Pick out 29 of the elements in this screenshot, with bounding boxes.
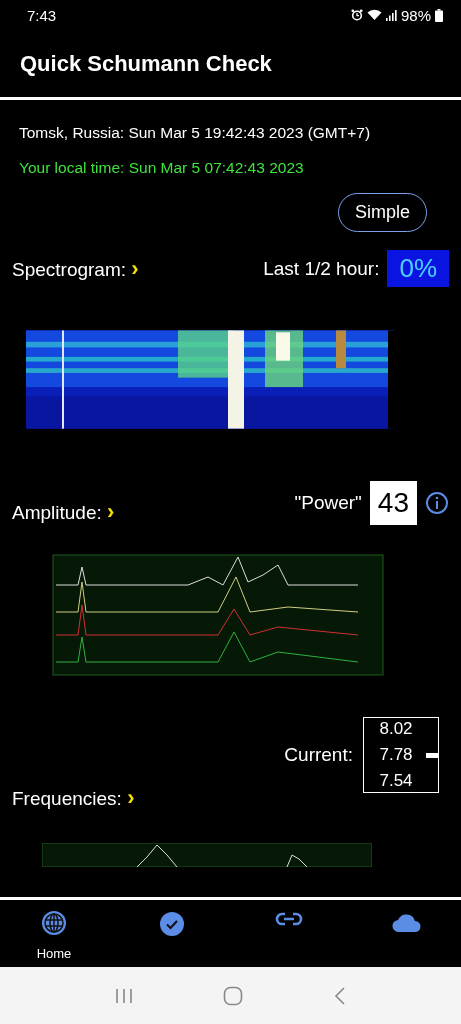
- back-icon[interactable]: [333, 986, 346, 1005]
- alarm-icon: [350, 9, 363, 21]
- battery-icon: [435, 8, 443, 22]
- power-label: "Power": [294, 492, 362, 514]
- battery-percent: 98%: [400, 6, 431, 24]
- home-icon[interactable]: [223, 985, 244, 1006]
- location-time: Tomsk, Russia: Sun Mar 5 19:42:43 2023 (GMT+7): [19, 124, 372, 142]
- gauge-value: 8.02: [379, 718, 413, 740]
- globe-icon: [41, 910, 67, 936]
- period-label: Last 1/2 hour:: [263, 257, 380, 280]
- current-label: Current:: [284, 744, 353, 766]
- gauge-value: 7.78: [379, 744, 413, 766]
- status-time: 7:43: [27, 6, 57, 24]
- power-value: 43: [369, 481, 417, 525]
- wifi-icon: [366, 9, 382, 21]
- app-title: Quick Schumann Check: [20, 50, 272, 77]
- home-tab[interactable]: Home: [20, 900, 88, 967]
- check-icon[interactable]: [159, 912, 184, 936]
- info-icon[interactable]: [425, 491, 449, 515]
- spectrogram-link[interactable]: Spectrogram: ›: [12, 255, 139, 282]
- gauge-value: 7.54: [379, 770, 413, 792]
- link-icon[interactable]: [275, 912, 304, 926]
- cloud-icon[interactable]: [391, 912, 422, 932]
- amplitude-link[interactable]: Amplitude: ›: [12, 499, 115, 525]
- mode-button[interactable]: Simple: [337, 193, 427, 232]
- local-time: Your local time: Sun Mar 5 07:42:43 2023: [19, 159, 305, 177]
- frequencies-link[interactable]: Frequencies: ›: [12, 785, 135, 811]
- percent-badge: 0%: [387, 250, 449, 287]
- signal-icon: [385, 9, 397, 21]
